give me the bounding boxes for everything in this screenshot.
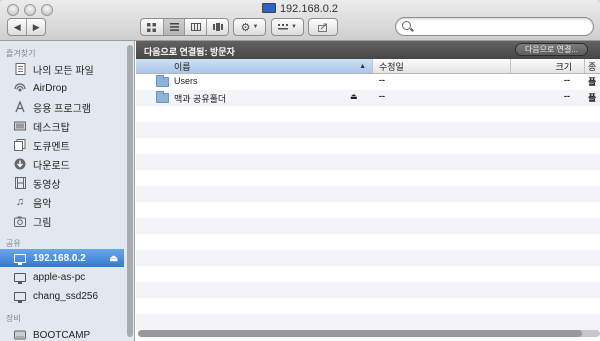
action-button[interactable]: ⚙ ▼: [233, 18, 266, 36]
sidebar-section-favorites: 즐겨찾기: [6, 49, 36, 58]
view-mode-control: [140, 18, 229, 36]
desktop-icon: [14, 120, 26, 132]
arrange-button[interactable]: ▼: [271, 18, 304, 36]
music-icon: ♫: [15, 196, 25, 208]
list-view-button[interactable]: [162, 19, 185, 35]
downloads-icon: [14, 158, 26, 170]
airdrop-icon: [14, 82, 26, 94]
coverflow-view-button[interactable]: [206, 19, 228, 35]
sort-ascending-icon: ▲: [359, 62, 366, 70]
sidebar-item-desktop[interactable]: 데스크탑: [0, 117, 124, 135]
toolbar: 192.168.0.2 ◀ ▶ ⚙ ▼ ▼: [0, 0, 600, 41]
column-header-kind[interactable]: 종: [585, 59, 600, 73]
all-files-icon: [14, 63, 26, 75]
sidebar-item-chang-ssd256[interactable]: chang_ssd256: [0, 287, 124, 305]
pc-icon: [14, 290, 26, 303]
sidebar-item-airdrop[interactable]: AirDrop: [0, 79, 124, 97]
sidebar-section-shared: 공유: [6, 239, 21, 248]
folder-icon: [156, 91, 169, 103]
scrollbar-thumb[interactable]: [138, 330, 582, 337]
sidebar-scrollbar[interactable]: [127, 45, 133, 337]
search-field[interactable]: [395, 17, 594, 36]
list-view-icon: [169, 23, 179, 31]
folder-icon: [156, 75, 169, 87]
chevron-down-icon: ▼: [252, 24, 259, 30]
share-icon: [317, 23, 327, 32]
gear-icon: ⚙: [240, 21, 251, 34]
search-input[interactable]: [414, 19, 584, 34]
sidebar-item-all-files[interactable]: 나의 모든 파일: [0, 60, 124, 78]
chevron-down-icon: ▼: [291, 24, 297, 30]
share-button[interactable]: [308, 18, 338, 36]
finder-window: 192.168.0.2 ◀ ▶ ⚙ ▼ ▼ 즐겨찾기 나의 모든 파일 AirD…: [0, 0, 600, 341]
column-view-button[interactable]: [184, 19, 206, 35]
pictures-icon: [14, 215, 26, 227]
eject-icon[interactable]: ⏏: [350, 92, 358, 101]
movies-icon: [14, 177, 26, 189]
column-header-name[interactable]: 이름 ▲: [136, 59, 373, 73]
coverflow-view-icon: [212, 23, 223, 31]
sidebar-item-applications[interactable]: 응용 프로그램: [0, 98, 124, 116]
sidebar-item-downloads[interactable]: 다운로드: [0, 155, 124, 173]
list-header: 이름 ▲ 수정일 크기 종: [136, 59, 600, 74]
drive-icon: [14, 329, 26, 341]
search-icon: [402, 21, 411, 30]
sidebar: 즐겨찾기 나의 모든 파일 AirDrop 응용 프로그램 데스크탑 도큐멘트 …: [0, 41, 135, 341]
horizontal-scrollbar[interactable]: [138, 330, 600, 337]
chevron-left-icon: ◀: [13, 21, 21, 32]
sidebar-item-movies[interactable]: 동영상: [0, 174, 124, 192]
column-view-icon: [190, 23, 201, 31]
sidebar-item-music[interactable]: ♫ 음악: [0, 193, 124, 211]
column-header-size[interactable]: 크기: [511, 59, 585, 73]
file-row-shared-folder[interactable]: 맥과 공유폴더 ⏏ -- -- 폴: [136, 90, 600, 106]
connection-status: 다음으로 연결됨: 방문자: [144, 47, 235, 57]
sidebar-item-pictures[interactable]: 그림: [0, 212, 124, 230]
sidebar-item-192-168-0-2[interactable]: 192.168.0.2 ⏏: [0, 249, 124, 267]
applications-icon: [14, 101, 26, 113]
file-row-users[interactable]: Users -- -- 폴: [136, 74, 600, 90]
sidebar-item-apple-as-pc[interactable]: apple-as-pc: [0, 268, 124, 286]
eject-icon[interactable]: ⏏: [109, 253, 118, 264]
window-title: 192.168.0.2: [0, 3, 600, 15]
column-header-modified[interactable]: 수정일: [373, 59, 511, 73]
connect-as-button[interactable]: 다음으로 연결...: [514, 43, 588, 56]
documents-icon: [14, 139, 26, 151]
forward-button[interactable]: ▶: [26, 19, 45, 35]
arrange-icon: [278, 23, 289, 29]
connection-bar: 다음으로 연결됨: 방문자 다음으로 연결...: [136, 41, 600, 59]
sidebar-item-documents[interactable]: 도큐멘트: [0, 136, 124, 154]
sidebar-item-bootcamp[interactable]: BOOTCAMP: [0, 326, 124, 341]
chevron-right-icon: ▶: [32, 21, 40, 32]
sidebar-section-devices: 장비: [6, 314, 21, 323]
icon-view-button[interactable]: [141, 19, 163, 35]
back-forward-control: ◀ ▶: [7, 18, 46, 36]
back-button[interactable]: ◀: [8, 19, 26, 35]
file-list: Users -- -- 폴 맥과 공유폴더 ⏏ -- -- 폴: [136, 74, 600, 341]
icon-view-icon: [147, 22, 157, 32]
server-icon: [261, 3, 276, 13]
monitor-icon: [14, 252, 26, 265]
pc-icon: [14, 271, 26, 284]
